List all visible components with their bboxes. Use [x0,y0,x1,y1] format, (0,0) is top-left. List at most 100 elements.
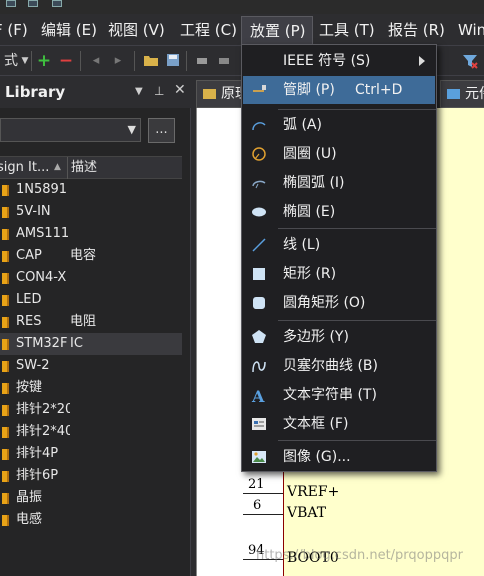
toolbar-separator [31,51,32,71]
place-menu-item-text-frame[interactable]: 文本框 (F) [243,410,435,438]
open-icon[interactable] [52,0,62,7]
chevron-down-icon[interactable]: ▼ [135,86,143,97]
save-all-icon[interactable] [6,0,16,7]
menu-item-label: 圆圈 (U) [283,146,337,162]
pin-name: VBAT [287,505,327,521]
menu-item-label: 贝塞尔曲线 (B) [283,358,378,374]
print-icon[interactable] [194,53,210,69]
open-folder-icon[interactable] [143,53,159,69]
menu-item-label: 线 (L) [283,237,321,253]
tab-component[interactable]: 元件 [440,80,484,108]
part-row[interactable]: 按键 [0,377,182,399]
menu-item-label: 管脚 (P) [283,82,335,98]
part-name: 电感 [16,512,43,527]
place-menu-item-circle[interactable]: 圆圈 (U) [243,140,435,168]
menu-item-label: 弧 (A) [283,117,322,133]
place-menu-item-arc[interactable]: 弧 (A) [243,111,435,139]
menu-item-7[interactable]: Win [458,14,484,46]
pin-icon [251,82,267,98]
part-name: 按键 [16,380,43,395]
part-name: RES [16,314,42,329]
menu-item-label: 椭圆 (E) [283,204,336,220]
part-row[interactable]: 5V-IN [0,201,182,223]
place-menu-item-image[interactable]: 图像 (G)... [243,443,435,471]
place-menu-item-ieee-symbol[interactable]: IEEE 符号 (S) [243,47,435,75]
close-icon[interactable]: ✕ [174,82,186,98]
component-icon [2,229,9,240]
menu-item-label: 图像 (G)... [283,449,351,465]
component-icon [2,449,9,460]
menu-item-3[interactable]: 工程 (C) [180,14,237,46]
menu-separator [278,440,436,441]
part-row[interactable]: 排针4P [0,443,182,465]
place-menu-item-pin[interactable]: 管脚 (P) Ctrl+D [243,76,435,104]
bezier-icon [251,358,267,374]
folder-icon [203,89,216,99]
part-row[interactable]: 排针2*20 [0,399,182,421]
menu-item-6[interactable]: 报告 (R) [388,14,445,46]
watermark-text: https://blog.csdn.net/prqoppqpr [256,548,463,563]
column-divider[interactable] [67,157,68,179]
place-menu-item-bezier[interactable]: 贝塞尔曲线 (B) [243,352,435,380]
component-icon [2,515,9,526]
part-row[interactable]: 晶振 [0,487,182,509]
arrow-right-icon[interactable]: ▸ [110,53,126,69]
add-icon[interactable]: + [36,53,52,70]
part-row[interactable]: CON4-X [0,267,182,289]
text-frame-icon [251,416,267,432]
component-icon [2,251,9,262]
part-row[interactable]: LED [0,289,182,311]
part-row[interactable]: SW-2 [0,355,182,377]
place-menu-item-ellipse[interactable]: 椭圆 (E) [243,198,435,226]
place-menu-item-rectangle[interactable]: 矩形 (R) [243,260,435,288]
component-icon [2,405,9,416]
menu-item-1[interactable]: 编辑 (E) [41,14,97,46]
pin-panel-icon[interactable]: ⊥ [154,84,164,98]
rectangle-icon [251,266,267,282]
pin-line[interactable] [243,493,283,494]
place-menu-item-elliptical-arc[interactable]: 椭圆弧 (I) [243,169,435,197]
part-description: 电容 [70,248,97,263]
place-menu-item-text-string[interactable]: A 文本字符串 (T) [243,381,435,409]
menu-item-shortcut: Ctrl+D [355,82,403,98]
part-row[interactable]: 排针2*40 [0,421,182,443]
part-row[interactable]: 1N5891 [0,179,182,201]
place-menu-item-round-rectangle[interactable]: 圆角矩形 (O) [243,289,435,317]
menu-separator [278,320,436,321]
part-row[interactable]: STM32F IC [0,333,182,355]
chevron-down-icon: ▼ [127,123,136,136]
ellipse-icon [251,204,267,220]
part-name: 排针2*40 [16,424,70,439]
menu-item-0[interactable]: F (F) [0,14,28,46]
part-name: 5V-IN [16,204,51,219]
filter-icon[interactable] [462,53,478,69]
part-row[interactable]: 电感 [0,509,182,531]
library-browse-button[interactable]: ... [148,118,175,143]
place-menu-item-polygon[interactable]: 多边形 (Y) [243,323,435,351]
part-row[interactable]: AMS111 [0,223,182,245]
menu-bar: F (F) 编辑 (E) 视图 (V) 工程 (C)放置 (P)工具 (T) 报告 (R… [0,14,484,46]
part-row[interactable]: RES 电阻 [0,311,182,333]
pin-name: VREF+ [287,484,340,500]
toolbar-separator [186,51,187,71]
menu-item-2[interactable]: 视图 (V) [108,14,165,46]
part-name: 排针4P [16,446,59,461]
part-row[interactable]: 排针6P [0,465,182,487]
library-select[interactable]: ▼ [0,118,141,142]
column-header-description[interactable]: 描述 [71,157,97,178]
pin-number: 21 [248,477,265,492]
menu-item-5[interactable]: 工具 (T) [319,14,375,46]
toolbar-separator [80,51,81,71]
remove-icon[interactable]: − [58,53,74,70]
part-row[interactable]: CAP 电容 [0,245,182,267]
save-icon[interactable] [28,0,38,7]
python-file-icon [447,89,460,99]
menu-item-4[interactable]: 放置 (P) [241,16,313,46]
print-preview-icon[interactable] [216,53,232,69]
menu-item-label: 文本字符串 (T) [283,387,377,403]
arrow-left-icon[interactable]: ◂ [88,53,104,69]
place-menu-item-line[interactable]: 线 (L) [243,231,435,259]
column-header-design-item[interactable]: sign It... [0,157,49,178]
pin-line[interactable] [243,514,283,515]
save-icon[interactable] [165,53,181,69]
